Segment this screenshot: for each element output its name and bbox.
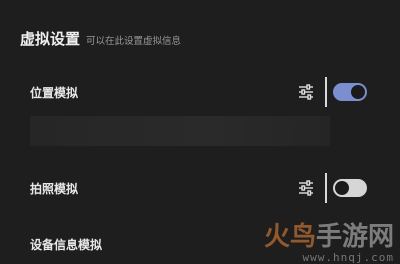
- section-title: 虚拟设置: [20, 30, 81, 48]
- blurred-location-info: [30, 116, 330, 146]
- camera-simulation-toggle[interactable]: [333, 179, 367, 197]
- setting-label-location: 位置模拟: [30, 86, 79, 100]
- section-header: 虚拟设置 可以在此设置虚拟信息: [20, 28, 181, 49]
- section-subtitle: 可以在此设置虚拟信息: [86, 36, 182, 47]
- toggle-knob: [351, 85, 365, 99]
- row-divider: [325, 173, 327, 203]
- watermark-brand-gray: 手游网: [315, 222, 394, 252]
- row-divider: [325, 77, 327, 107]
- toggle-knob: [335, 181, 349, 195]
- setting-label-camera: 拍照模拟: [30, 182, 79, 196]
- sliders-icon[interactable]: [298, 84, 314, 100]
- watermark-brand-orange: 火鸟: [263, 222, 316, 252]
- watermark-logo: 火鸟 手游网: [264, 224, 394, 250]
- sliders-icon[interactable]: [298, 180, 314, 196]
- setting-label-device-info: 设备信息模拟: [30, 238, 103, 252]
- watermark: 火鸟 手游网 www.hnqj.com: [264, 224, 394, 263]
- setting-row-camera: 拍照模拟: [0, 172, 400, 203]
- setting-row-location: 位置模拟: [0, 76, 400, 107]
- watermark-url: www.hnqj.com: [302, 251, 394, 264]
- location-simulation-toggle[interactable]: [333, 83, 367, 101]
